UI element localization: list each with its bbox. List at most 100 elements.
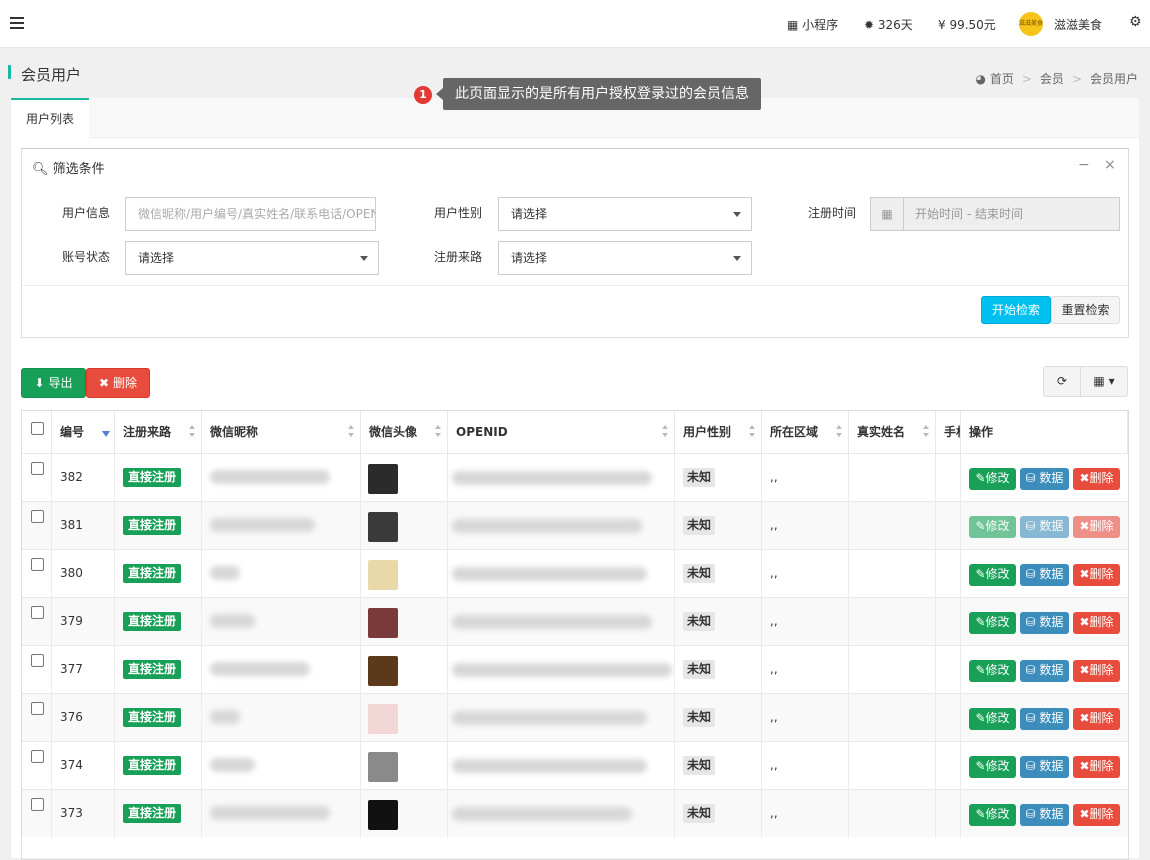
edit-button[interactable]: ✎修改 <box>969 564 1016 586</box>
delete-button[interactable]: ✖删除 <box>1073 468 1120 490</box>
delete-button[interactable]: ✖删除 <box>1073 612 1120 634</box>
nickname-cell <box>202 790 361 838</box>
phone-cell <box>936 646 961 694</box>
column-header[interactable]: 用户性别 <box>675 411 762 453</box>
delete-button[interactable]: ✖删除 <box>1073 516 1120 538</box>
edit-button[interactable]: ✎修改 <box>969 756 1016 778</box>
redacted-nickname <box>210 710 240 724</box>
column-header[interactable]: 微信昵称 <box>202 411 361 453</box>
database-icon: ⛁ <box>1025 807 1040 821</box>
delete-button[interactable]: ✖删除 <box>1073 708 1120 730</box>
data-button[interactable]: ⛁ 数据 <box>1020 804 1069 826</box>
edit-button[interactable]: ✎修改 <box>969 660 1016 682</box>
gear-icon[interactable]: ⚙ <box>1129 14 1142 30</box>
table-row[interactable]: 373 直接注册 未知,, ✎修改 ⛁ 数据 ✖删除 <box>22 789 1128 838</box>
select-all-checkbox[interactable] <box>31 422 44 435</box>
phone-cell <box>936 598 961 646</box>
row-checkbox[interactable] <box>31 654 44 667</box>
sort-icon[interactable] <box>836 425 842 439</box>
chevron-down-icon <box>360 256 368 261</box>
actions-cell: ✎修改 ⛁ 数据 ✖删除 <box>961 694 1128 742</box>
delete-button[interactable]: ✖删除 <box>1073 756 1120 778</box>
column-header[interactable]: 微信头像 <box>361 411 448 453</box>
account-balance[interactable]: ¥ 99.50元 <box>938 16 996 33</box>
breadcrumb-home[interactable]: 首页 <box>990 72 1014 86</box>
table-row[interactable]: 377 直接注册 未知,, ✎修改 ⛁ 数据 ✖删除 <box>22 645 1128 694</box>
refresh-icon[interactable]: ⟳ <box>1043 366 1081 397</box>
collapse-icon[interactable]: − <box>1078 157 1090 173</box>
sort-icon[interactable] <box>923 425 929 439</box>
column-header[interactable]: 编号 <box>52 411 115 453</box>
breadcrumb-member[interactable]: 会员 <box>1040 72 1064 86</box>
tooltip-badge: 1 <box>414 86 432 104</box>
column-header[interactable]: 操作 <box>961 411 1128 453</box>
sort-icon[interactable] <box>348 425 354 439</box>
data-button[interactable]: ⛁ 数据 <box>1020 468 1069 490</box>
row-checkbox[interactable] <box>31 462 44 475</box>
row-checkbox[interactable] <box>31 750 44 763</box>
row-checkbox[interactable] <box>31 510 44 523</box>
table-row[interactable]: 382 直接注册 未知,, ✎修改 ⛁ 数据 ✖删除 <box>22 453 1128 502</box>
region-cell: ,, <box>762 646 849 694</box>
delete-button[interactable]: ✖删除 <box>1073 564 1120 586</box>
export-button[interactable]: ⬇ 导出 <box>21 368 86 398</box>
bulk-delete-button[interactable]: ✖ 删除 <box>86 368 150 398</box>
shop-name[interactable]: 滋滋美食 <box>1054 16 1102 33</box>
source-badge: 直接注册 <box>123 564 182 583</box>
close-icon[interactable]: × <box>1104 157 1116 173</box>
data-button[interactable]: ⛁ 数据 <box>1020 612 1069 634</box>
columns-toggle-button[interactable]: ▦ ▾ <box>1080 366 1128 397</box>
sort-icon[interactable] <box>662 425 668 439</box>
tab-user-list[interactable]: 用户列表 <box>11 98 89 138</box>
table-row[interactable]: 376 直接注册 未知,, ✎修改 ⛁ 数据 ✖删除 <box>22 693 1128 742</box>
row-checkbox[interactable] <box>31 606 44 619</box>
row-checkbox[interactable] <box>31 798 44 811</box>
redacted-openid <box>452 471 652 485</box>
member-id: 377 <box>52 646 115 694</box>
column-header[interactable]: 真实姓名 <box>849 411 936 453</box>
region-cell: ,, <box>762 742 849 790</box>
status-select[interactable]: 请选择 <box>125 241 379 275</box>
mini-program-link[interactable]: ▦ 小程序 <box>787 16 838 33</box>
sort-icon[interactable] <box>749 425 755 439</box>
data-button[interactable]: ⛁ 数据 <box>1020 756 1069 778</box>
column-header[interactable]: 手机 <box>936 411 961 453</box>
delete-button[interactable]: ✖删除 <box>1073 804 1120 826</box>
data-button[interactable]: ⛁ 数据 <box>1020 708 1069 730</box>
reset-button[interactable]: 重置检索 <box>1051 296 1120 324</box>
column-header[interactable]: 所在区域 <box>762 411 849 453</box>
reg-time-input[interactable]: ▦ 开始时间 - 结束时间 <box>870 197 1120 231</box>
search-button[interactable]: 开始检索 <box>981 296 1051 324</box>
menu-toggle-icon[interactable] <box>10 17 24 29</box>
avatar-cell <box>361 646 448 694</box>
phone-cell <box>936 790 961 838</box>
data-button[interactable]: ⛁ 数据 <box>1020 516 1069 538</box>
edit-button[interactable]: ✎修改 <box>969 468 1016 490</box>
sort-icon[interactable] <box>189 425 195 439</box>
data-button[interactable]: ⛁ 数据 <box>1020 660 1069 682</box>
table-row[interactable]: 381 直接注册 未知,, ✎修改 ⛁ 数据 ✖删除 <box>22 501 1128 550</box>
edit-button[interactable]: ✎修改 <box>969 804 1016 826</box>
sort-icon[interactable] <box>435 425 441 439</box>
user-info-input[interactable]: 微信昵称/用户编号/真实姓名/联系电话/OPENID <box>125 197 376 231</box>
edit-button[interactable]: ✎修改 <box>969 708 1016 730</box>
row-checkbox[interactable] <box>31 702 44 715</box>
column-header[interactable]: OPENID <box>448 411 675 453</box>
edit-button[interactable]: ✎修改 <box>969 612 1016 634</box>
column-header[interactable]: 注册来路 <box>115 411 202 453</box>
table-row[interactable]: 374 直接注册 未知,, ✎修改 ⛁ 数据 ✖删除 <box>22 741 1128 790</box>
database-icon: ⛁ <box>1025 759 1040 773</box>
sort-icon[interactable] <box>102 425 110 439</box>
gender-cell: 未知 <box>675 598 762 646</box>
days-remaining[interactable]: ✹ 326天 <box>864 16 913 33</box>
data-button[interactable]: ⛁ 数据 <box>1020 564 1069 586</box>
shop-avatar[interactable]: 滋滋美食 <box>1019 12 1043 36</box>
table-row[interactable]: 379 直接注册 未知,, ✎修改 ⛁ 数据 ✖删除 <box>22 597 1128 646</box>
gender-select[interactable]: 请选择 <box>498 197 752 231</box>
source-select[interactable]: 请选择 <box>498 241 752 275</box>
row-checkbox[interactable] <box>31 558 44 571</box>
redacted-openid <box>452 711 647 725</box>
delete-button[interactable]: ✖删除 <box>1073 660 1120 682</box>
table-row[interactable]: 380 直接注册 未知,, ✎修改 ⛁ 数据 ✖删除 <box>22 549 1128 598</box>
edit-button[interactable]: ✎修改 <box>969 516 1016 538</box>
